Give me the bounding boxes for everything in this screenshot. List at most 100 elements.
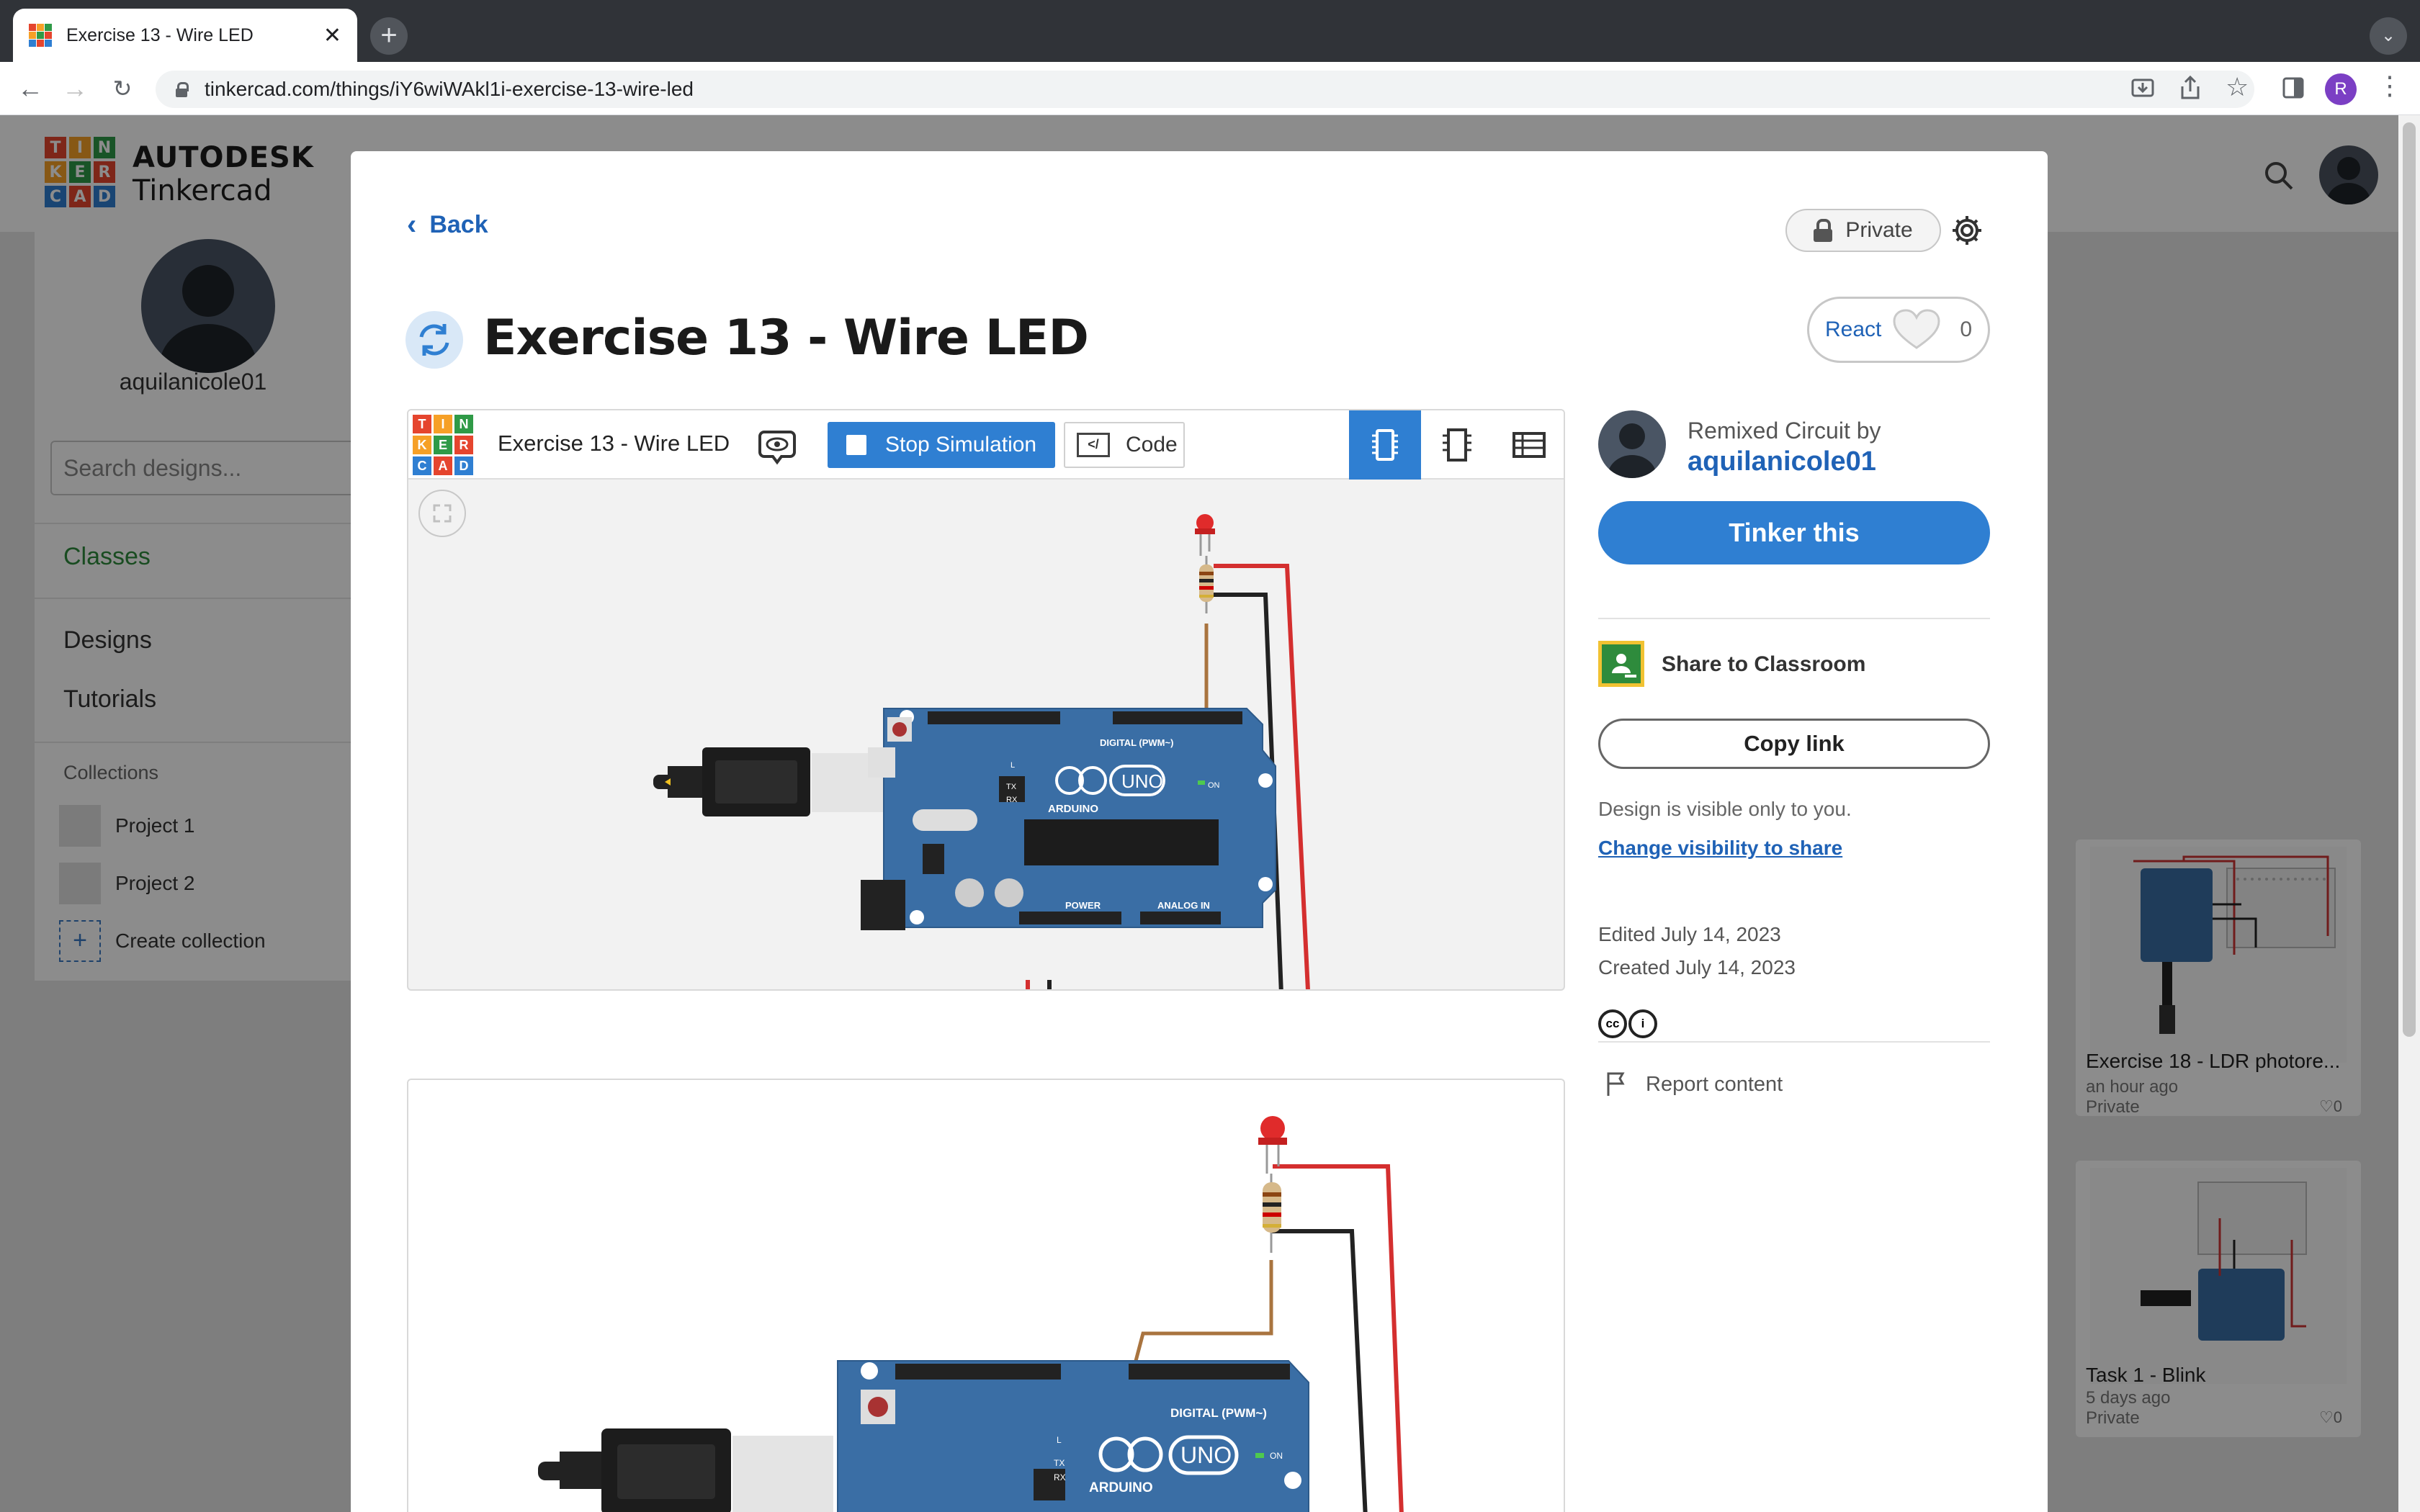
tinker-this-button[interactable]: Tinker this [1598, 501, 1990, 564]
back-link[interactable]: ‹ Back [407, 209, 488, 241]
creative-commons-icon: cc [1598, 1009, 1627, 1038]
tinkercad-logo[interactable]: TIN KER CAD [413, 415, 473, 475]
board-on-label: ON [1208, 781, 1220, 790]
reload-icon[interactable]: ↻ [107, 73, 138, 105]
brown-wire [1134, 1260, 1273, 1362]
tab-component-list[interactable] [1493, 410, 1564, 480]
new-tab-button[interactable]: + [370, 17, 408, 55]
copy-link-button[interactable]: Copy link [1598, 719, 1990, 769]
code-icon: </ [1077, 433, 1110, 457]
divider [1598, 618, 1990, 619]
red-led [1195, 514, 1215, 556]
logo-letter: N [454, 415, 473, 433]
resistor [1263, 1174, 1281, 1253]
remixed-label: Remixed Circuit by [1688, 418, 1881, 444]
author-link[interactable]: aquilanicole01 [1688, 446, 1876, 477]
tab-search-chevron-icon[interactable]: ⌄ [2370, 17, 2407, 55]
board-model-label: UNO [1121, 770, 1163, 792]
browser-tab[interactable]: Exercise 13 - Wire LED ✕ [13, 9, 357, 62]
stop-label: Stop Simulation [885, 433, 1037, 456]
schematic-view-icon [1443, 428, 1471, 462]
scrollbar-thumb[interactable] [2403, 122, 2416, 1037]
back-arrow-icon[interactable]: ← [14, 73, 46, 105]
code-button[interactable]: </ Code [1064, 422, 1185, 468]
gear-icon[interactable] [1950, 213, 1984, 248]
author-avatar[interactable] [1598, 410, 1666, 478]
privacy-button[interactable]: Private [1785, 209, 1941, 252]
react-count: 0 [1960, 318, 1972, 341]
board-l-label: L [1057, 1435, 1062, 1445]
attribution-icon: i [1628, 1009, 1657, 1038]
resistor [1199, 556, 1214, 613]
back-label: Back [429, 211, 488, 238]
circuit-canvas-secondary[interactable]: ARDUINO UNO DIGITAL (PWM~) ON TX RX L [408, 1080, 1565, 1512]
logo-letter: R [454, 436, 473, 454]
share-icon[interactable] [2179, 75, 2201, 101]
board-rx-label: RX [1006, 796, 1018, 804]
annotation-eye-icon[interactable] [757, 426, 797, 467]
arduino-board: ARDUINO UNO DIGITAL (PWM~) ON TX RX L [837, 1360, 1309, 1512]
usb-cable [538, 1428, 833, 1512]
tab-schematic-view[interactable] [1421, 410, 1493, 480]
report-label: Report content [1646, 1072, 1783, 1096]
tab-circuit-view[interactable] [1349, 410, 1421, 480]
circuit-canvas[interactable]: ARDUINO UNO DIGITAL (PWM~) POWER ANALOG … [408, 480, 1565, 991]
heart-icon [1893, 309, 1940, 349]
circuit-viewer: TIN KER CAD Exercise 13 - Wire LED Stop Si… [407, 409, 1565, 991]
board-tx-label: TX [1006, 783, 1017, 791]
bookmark-star-icon[interactable]: ☆ [2226, 72, 2249, 102]
tab-title: Exercise 13 - Wire LED [66, 24, 254, 45]
board-power-label: POWER [1065, 900, 1101, 911]
divider [1598, 1041, 1990, 1043]
react-button[interactable]: React 0 [1807, 297, 1990, 363]
visibility-text: Design is visible only to you. [1598, 798, 1852, 820]
tab-close-icon[interactable]: ✕ [323, 23, 341, 48]
react-label: React [1825, 318, 1882, 341]
logo-letter: T [413, 415, 431, 433]
board-analog-label: ANALOG IN [1157, 900, 1210, 911]
license-icons[interactable]: cc i [1598, 1009, 1659, 1038]
side-panel-icon[interactable] [2282, 76, 2305, 99]
stop-simulation-button[interactable]: Stop Simulation [828, 422, 1055, 468]
logo-letter: A [434, 456, 452, 475]
circuit-view-icon [1372, 429, 1398, 461]
privacy-label: Private [1845, 218, 1913, 242]
logo-letter: D [454, 456, 473, 475]
usb-cable [653, 747, 898, 816]
install-app-icon[interactable] [2130, 76, 2155, 101]
browser-profile-avatar[interactable]: R [2325, 73, 2357, 105]
logo-letter: E [434, 436, 452, 454]
page-title: Exercise 13 - Wire LED [483, 310, 1089, 366]
change-visibility-link[interactable]: Change visibility to share [1598, 837, 1842, 860]
address-bar[interactable]: tinkercad.com/things/iY6wiWAkl1i-exercis… [156, 71, 2254, 108]
lock-icon [176, 82, 189, 97]
board-digital-label: DIGITAL (PWM~) [1170, 1406, 1267, 1420]
board-model-label: UNO [1180, 1442, 1232, 1468]
edited-date: Edited July 14, 2023 [1598, 923, 1781, 945]
logo-letter: I [434, 415, 452, 433]
board-l-label: L [1010, 761, 1015, 770]
report-content-link[interactable]: Report content [1605, 1071, 1783, 1097]
logo-letter: C [413, 456, 431, 475]
browser-toolbar: ← → ↻ tinkercad.com/things/iY6wiWAkl1i-e… [0, 62, 2420, 115]
board-on-label: ON [1270, 1451, 1283, 1461]
flag-icon [1607, 1072, 1625, 1096]
stop-icon [846, 435, 866, 455]
forward-arrow-icon[interactable]: → [59, 73, 91, 105]
logo-letter: K [413, 436, 431, 454]
created-date: Created July 14, 2023 [1598, 956, 1796, 978]
page-scrollbar[interactable] [2398, 115, 2420, 1512]
tinkercad-favicon-icon [29, 24, 52, 47]
browser-tabbar: Exercise 13 - Wire LED ✕ + ⌄ [0, 0, 2420, 62]
arduino-board: ARDUINO UNO DIGITAL (PWM~) POWER ANALOG … [861, 708, 1276, 930]
chevron-left-icon: ‹ [407, 209, 417, 240]
code-label: Code [1126, 433, 1178, 456]
viewer-title: Exercise 13 - Wire LED [498, 431, 730, 456]
design-modal: ‹ Back Private Exercise 13 - Wire LED Rea… [351, 151, 2048, 1512]
share-to-classroom-button[interactable]: Share to Classroom [1662, 652, 1865, 677]
browser-menu-icon[interactable]: ⋮ [2377, 71, 2403, 101]
google-classroom-icon[interactable] [1598, 641, 1644, 687]
circuit-viewer-secondary: ARDUINO UNO DIGITAL (PWM~) ON TX RX L [407, 1079, 1565, 1512]
board-digital-label: DIGITAL (PWM~) [1100, 737, 1173, 748]
board-rx-label: RX [1054, 1472, 1066, 1482]
